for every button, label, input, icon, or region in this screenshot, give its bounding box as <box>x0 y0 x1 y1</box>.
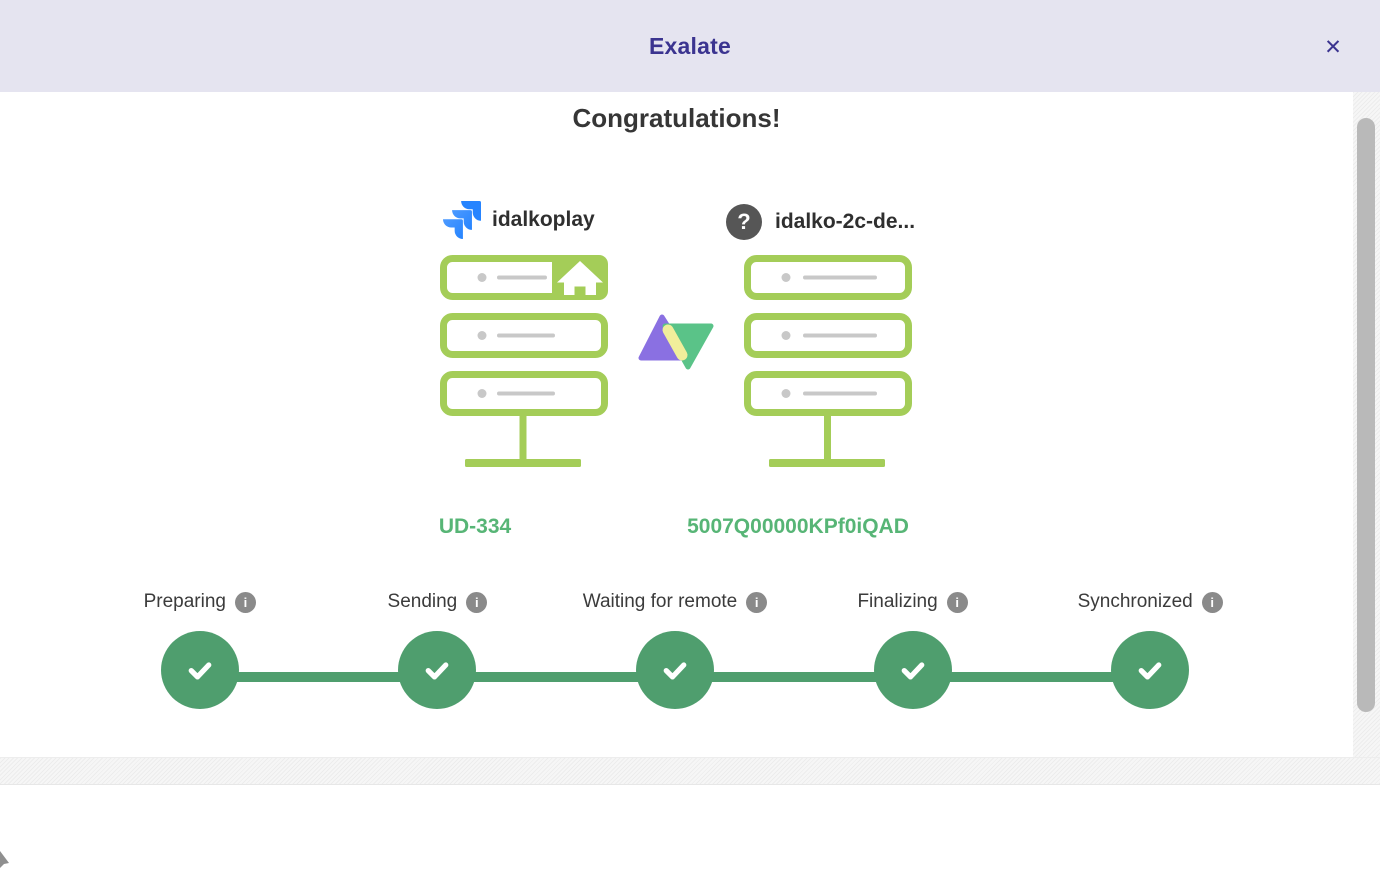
right-server-illustration <box>744 255 912 470</box>
step-circle-done <box>636 631 714 709</box>
page-background-bottom <box>0 757 1380 785</box>
page: Exalate ✕ Congratulations! idalkoplay <box>0 0 1380 880</box>
step-label: Sending <box>388 591 458 613</box>
jira-icon <box>443 200 481 240</box>
step-label-row: Finalizing i <box>857 589 967 615</box>
exalate-logo <box>637 313 717 373</box>
congratulations-heading: Congratulations! <box>0 103 1353 134</box>
left-platform-header: idalkoplay <box>443 198 595 242</box>
progress-step-sending: Sending i <box>319 589 557 725</box>
modal-body: Congratulations! idalkoplay ? idalko-2c-… <box>0 92 1353 757</box>
progress-tracker: Preparing i Sending i <box>81 589 1269 725</box>
info-icon[interactable]: i <box>235 592 256 613</box>
step-label-row: Preparing i <box>144 589 256 615</box>
right-platform-header: ? idalko-2c-de... <box>726 203 915 241</box>
modal-header: Exalate ✕ <box>0 0 1380 92</box>
step-circle-done <box>161 631 239 709</box>
check-icon <box>1135 655 1165 685</box>
check-icon <box>422 655 452 685</box>
progress-step-preparing: Preparing i <box>81 589 319 725</box>
step-label: Finalizing <box>857 591 937 613</box>
check-icon <box>898 655 928 685</box>
question-icon: ? <box>726 204 762 240</box>
step-label: Waiting for remote <box>583 591 738 613</box>
left-issue-key-link[interactable]: UD-334 <box>375 515 575 539</box>
step-label: Synchronized <box>1078 591 1193 613</box>
step-label: Preparing <box>144 591 226 613</box>
info-icon[interactable]: i <box>947 592 968 613</box>
question-glyph: ? <box>737 209 750 235</box>
step-circle-done <box>1111 631 1189 709</box>
step-label-row: Waiting for remote i <box>583 589 768 615</box>
check-icon <box>660 655 690 685</box>
step-circle-done <box>874 631 952 709</box>
progress-step-waiting-for-remote: Waiting for remote i <box>556 589 794 725</box>
progress-step-synchronized: Synchronized i <box>1031 589 1269 725</box>
progress-step-finalizing: Finalizing i <box>794 589 1032 725</box>
close-icon: ✕ <box>1324 35 1342 60</box>
right-platform-name: idalko-2c-de... <box>775 210 915 234</box>
info-icon[interactable]: i <box>746 592 767 613</box>
step-label-row: Sending i <box>388 589 488 615</box>
left-platform-name: idalkoplay <box>492 208 595 232</box>
right-issue-key-link[interactable]: 5007Q00000KPf0iQAD <box>648 515 948 539</box>
left-server-illustration <box>440 255 608 470</box>
mouse-cursor <box>0 851 12 869</box>
step-circle-done <box>398 631 476 709</box>
info-icon[interactable]: i <box>1202 592 1223 613</box>
check-icon <box>185 655 215 685</box>
step-label-row: Synchronized i <box>1078 589 1223 615</box>
scrollbar-thumb[interactable] <box>1357 118 1375 712</box>
close-button[interactable]: ✕ <box>1316 30 1350 64</box>
info-icon[interactable]: i <box>466 592 487 613</box>
modal-title: Exalate <box>0 0 1380 92</box>
